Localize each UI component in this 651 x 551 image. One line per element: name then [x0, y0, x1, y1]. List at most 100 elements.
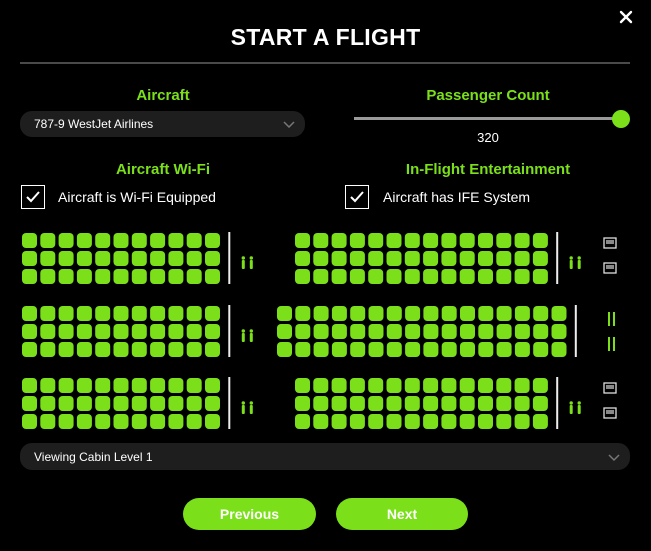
seat-icon [496, 324, 512, 339]
seat-icon [349, 269, 365, 284]
restroom-icon [241, 256, 253, 269]
seat-icon [368, 324, 384, 339]
seat-icon [295, 269, 310, 284]
seat-icon [40, 342, 56, 357]
seat-icon [514, 414, 530, 429]
seat-icon [514, 233, 530, 248]
seat-icon [496, 396, 512, 411]
seat-icon [113, 306, 129, 321]
seat-icon [295, 251, 310, 266]
seat-icon [331, 269, 347, 284]
seat-icon [368, 251, 384, 266]
restroom-icon [569, 401, 581, 414]
seat-icon [533, 306, 549, 321]
seat-icon [58, 233, 74, 248]
seat-icon [58, 414, 74, 429]
seat-icon [205, 233, 220, 248]
seat-icon [168, 251, 184, 266]
seat-icon [331, 251, 347, 266]
seat-icon [313, 378, 329, 393]
seat-icon [514, 378, 530, 393]
seat-icon [405, 342, 421, 357]
seat-icon [22, 269, 37, 284]
seat-icon [113, 378, 129, 393]
seat-icon [478, 324, 494, 339]
seat-icon [514, 324, 530, 339]
seat-icon [478, 342, 494, 357]
seat-icon [58, 342, 74, 357]
seat-icon [313, 306, 329, 321]
seat-icon [95, 414, 111, 429]
seat-icon [205, 306, 220, 321]
galley-icon [603, 262, 617, 274]
seat-icon [331, 324, 347, 339]
seat-icon [22, 342, 37, 357]
seat-icon [76, 233, 92, 248]
seat-icon [22, 324, 37, 339]
seat-icon [40, 269, 56, 284]
seat-icon [514, 342, 530, 357]
seat-icon [131, 324, 147, 339]
seat-icon [150, 342, 166, 357]
seat-icon [95, 269, 111, 284]
seat-icon [551, 324, 567, 339]
seat-icon [478, 251, 493, 266]
seat-icon [131, 378, 147, 393]
seat-icon [460, 306, 475, 321]
seat-icon [205, 414, 220, 429]
seat-icon [295, 324, 311, 339]
seat-icon [168, 306, 184, 321]
seat-icon [205, 342, 220, 357]
seat-icon [168, 324, 184, 339]
seat-icon [205, 378, 220, 393]
seat-icon [22, 251, 37, 266]
seat-icon [350, 342, 366, 357]
bulkhead-divider [556, 232, 559, 284]
seat-icon [441, 233, 457, 248]
seat-icon [478, 233, 493, 248]
cabin-level-select[interactable]: Viewing Cabin Level 1 [20, 443, 630, 470]
seat-icon [532, 251, 548, 266]
seat-icon [532, 414, 548, 429]
seat-icon [113, 414, 129, 429]
seat-icon [76, 414, 92, 429]
seat-icon [386, 324, 402, 339]
seat-icon [150, 378, 166, 393]
seat-icon [331, 233, 347, 248]
seat-icon [404, 251, 420, 266]
seat-icon [349, 414, 365, 429]
seat-icon [313, 324, 329, 339]
seat-icon [22, 306, 37, 321]
seat-icon [186, 414, 202, 429]
seat-icon [533, 342, 549, 357]
seat-icon [350, 324, 366, 339]
seat-icon [76, 342, 92, 357]
bulkhead-divider [228, 232, 231, 284]
seat-icon [186, 342, 202, 357]
bulkhead-divider [556, 377, 559, 429]
seat-icon [423, 378, 439, 393]
restroom-icon [569, 256, 581, 269]
seat-icon [168, 378, 184, 393]
seat-icon [368, 306, 384, 321]
seat-icon [514, 251, 530, 266]
cabin-level-select-value: Viewing Cabin Level 1 [34, 449, 153, 464]
bulkhead-divider [574, 305, 577, 357]
seat-icon [386, 251, 402, 266]
seat-icon [532, 378, 548, 393]
seat-icon [478, 378, 493, 393]
seat-icon [40, 306, 56, 321]
seat-icon [277, 306, 292, 321]
previous-button[interactable]: Previous [183, 498, 316, 530]
seat-icon [313, 414, 329, 429]
seat-icon [478, 269, 493, 284]
seat-icon [150, 306, 166, 321]
seat-icon [368, 396, 384, 411]
seat-icon [295, 378, 310, 393]
seat-icon [478, 306, 494, 321]
next-button[interactable]: Next [336, 498, 468, 530]
seat-icon [349, 233, 365, 248]
seat-icon [313, 269, 329, 284]
seat-icon [40, 233, 56, 248]
galley-icon [603, 237, 617, 249]
